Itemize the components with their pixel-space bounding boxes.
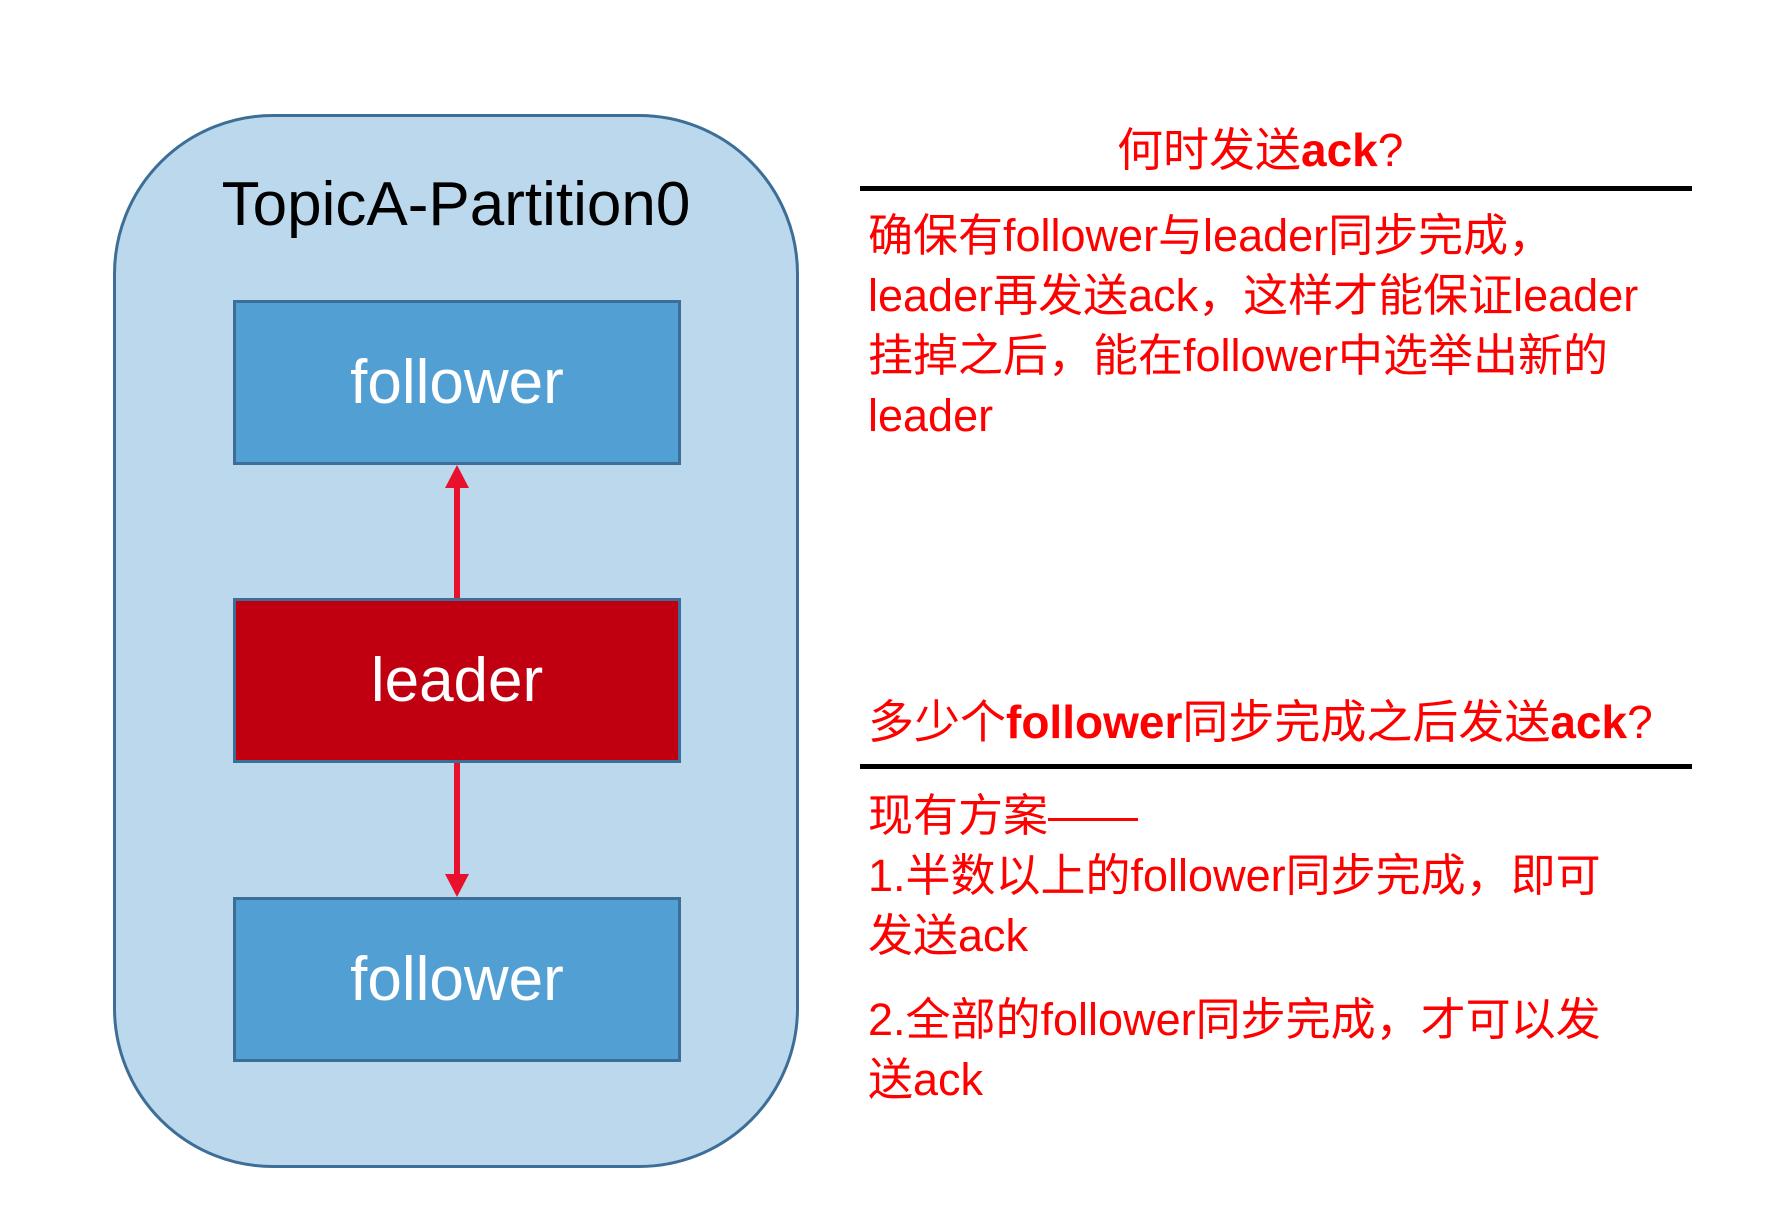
section2-heading-bold2: ack [1550,696,1628,748]
option2-line-1: 2.全部的follower同步完成，才可以发 [868,994,1601,1045]
section2-heading-prefix: 多少个 [868,696,1006,748]
section1-heading: 何时发送ack? [1117,120,1403,180]
option1-line-1: 1.半数以上的follower同步完成，即可 [868,850,1601,901]
section2-heading: 多少个follower同步完成之后发送ack? [868,692,1653,752]
section1-line-2: leader再发送ack，这样才能保证leader [868,270,1639,321]
section2-heading-suffix: ? [1627,696,1653,748]
option1-line-2: 发送ack [868,910,1029,961]
option2-line-2: 送ack [868,1054,984,1105]
section1-heading-suffix: ? [1377,124,1404,176]
section1-body: 确保有follower与leader同步完成， leader再发送ack，这样才… [868,206,1738,446]
section1-line-4: leader [868,390,994,441]
section2-divider [860,764,1692,769]
arrowhead-down [445,874,469,897]
section1-line-1: 确保有follower与leader同步完成， [868,210,1554,261]
option2-body: 2.全部的follower同步完成，才可以发 送ack [868,990,1738,1110]
arrowhead-up [445,465,469,488]
section2-intro: 现有方案—— [868,790,1139,841]
section1-heading-bold: ack [1301,124,1378,176]
section2-body: 现有方案—— 1.半数以上的follower同步完成，即可 发送ack [868,786,1738,966]
section1-line-3: 挂掉之后，能在follower中选举出新的 [868,330,1609,381]
section1-heading-prefix: 何时发送 [1117,124,1301,176]
section2-heading-bold1: follower [1006,696,1183,748]
section2-heading-middle: 同步完成之后发送 [1182,696,1551,748]
section1-divider [860,186,1692,191]
